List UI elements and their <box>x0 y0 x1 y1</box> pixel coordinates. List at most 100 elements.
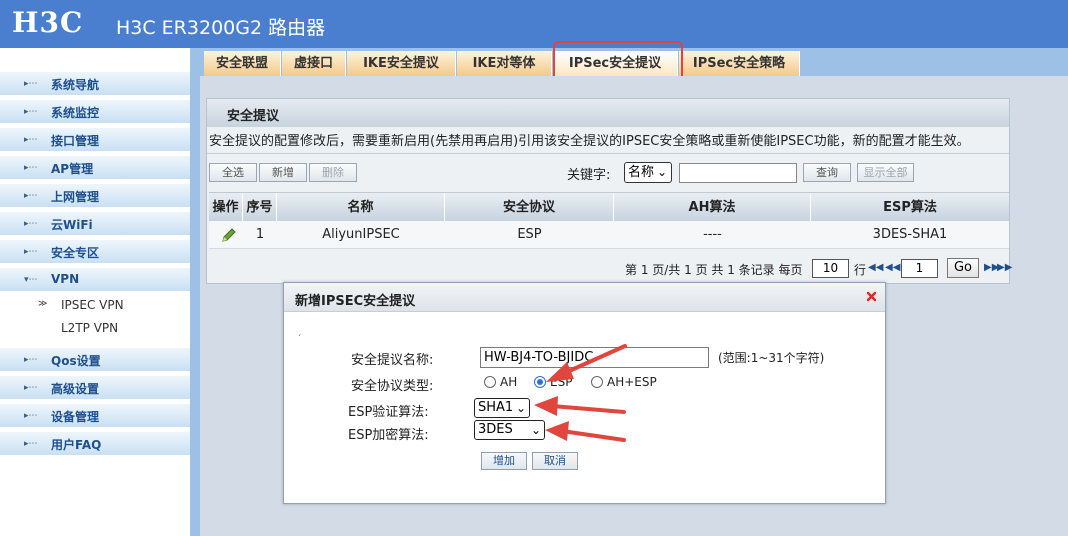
expand-icon: ▸⋯ <box>24 107 38 117</box>
esp-auth-value: SHA1 <box>478 400 514 415</box>
per-page-input[interactable]: 10 <box>812 259 849 278</box>
dialog-header: 新增IPSEC安全提议 <box>284 283 885 312</box>
show-all-button[interactable]: 显示全部 <box>857 163 914 182</box>
protocol-esp-label: ESP <box>550 375 573 389</box>
cancel-button[interactable]: 取消 <box>532 452 578 470</box>
expand-icon: ▸⋯ <box>24 439 38 449</box>
sidebar-item-vpn[interactable]: ▾⋯ VPN <box>0 268 190 292</box>
sidebar-item-internet[interactable]: ▸⋯ 上网管理 <box>0 184 190 208</box>
panel-title: 安全提议 <box>227 109 280 124</box>
sidebar-item-label: 云WiFi <box>51 218 93 232</box>
keyword-input[interactable] <box>679 163 797 183</box>
column-header-action: 操作 <box>209 193 243 222</box>
last-page-icon[interactable]: ▶▶ <box>997 261 1012 275</box>
keyword-label: 关键字: <box>567 168 611 183</box>
sidebar-subitem-label: IPSEC VPN <box>61 298 124 312</box>
sidebar-subitem-l2tp-vpn[interactable]: L2TP VPN <box>0 317 190 339</box>
sidebar-item-label: 设备管理 <box>51 410 100 424</box>
page-number-input[interactable]: 1 <box>901 259 938 278</box>
sidebar-item-ap[interactable]: ▸⋯ AP管理 <box>0 156 190 180</box>
expand-icon: ▸⋯ <box>24 411 38 421</box>
table-header: 操作 序号 名称 安全协议 AH算法 ESP算法 <box>209 192 1009 222</box>
expand-icon: ▸⋯ <box>24 219 38 229</box>
go-button[interactable]: Go <box>947 258 979 278</box>
encrypt-label: ESP加密算法: <box>348 428 429 443</box>
protocol-ah-esp-radio[interactable] <box>591 376 603 388</box>
h3c-logo: H3C <box>12 6 84 39</box>
sidebar-subitem-ipsec-vpn[interactable]: ≫ IPSEC VPN <box>0 294 190 316</box>
cell-ah: ---- <box>703 227 722 242</box>
expand-icon: ▸⋯ <box>24 247 38 257</box>
sidebar-item-faq[interactable]: ▸⋯ 用户FAQ <box>0 432 190 456</box>
sidebar-item-system-nav[interactable]: ▸⋯ 系统导航 <box>0 72 190 96</box>
tab-ipsec-proposal[interactable]: IPSec安全提议 <box>553 51 678 76</box>
expand-icon: ▸⋯ <box>24 191 38 201</box>
sidebar-item-label: 接口管理 <box>51 134 100 148</box>
sidebar-top-strip <box>0 48 190 66</box>
sidebar-item-system-monitor[interactable]: ▸⋯ 系统监控 <box>0 100 190 124</box>
keyword-field-value: 名称 <box>628 165 655 180</box>
sidebar-item-label: 高级设置 <box>51 382 100 396</box>
panel-header: 安全提议 <box>207 99 1009 127</box>
esp-auth-select[interactable]: SHA1 ⌄ <box>474 398 530 418</box>
dialog-title: 新增IPSEC安全提议 <box>295 294 416 309</box>
tab-ike-peer[interactable]: IKE对等体 <box>457 51 552 76</box>
divider <box>207 153 1009 154</box>
delete-button[interactable]: 删除 <box>309 163 357 182</box>
column-header-index: 序号 <box>243 193 277 222</box>
app-header: H3C H3C ER3200G2 路由器 <box>0 0 1068 48</box>
chevron-down-icon: ⌄ <box>530 423 541 437</box>
tab-bar: 安全联盟 虚接口 IKE安全提议 IKE对等体 IPSec安全提议 IPSec安… <box>200 48 1068 76</box>
sidebar-item-interface[interactable]: ▸⋯ 接口管理 <box>0 128 190 152</box>
sidebar-item-device[interactable]: ▸⋯ 设备管理 <box>0 404 190 428</box>
tab-ike-proposal[interactable]: IKE安全提议 <box>347 51 456 76</box>
expand-icon: ▸⋯ <box>24 79 38 89</box>
column-header-ah: AH算法 <box>614 193 811 222</box>
protocol-ah-label: AH <box>500 375 518 389</box>
sidebar-item-label: 系统监控 <box>51 106 100 120</box>
dialog-mark: ˏ <box>297 327 302 337</box>
sidebar-item-label: 用户FAQ <box>51 438 102 452</box>
sidebar-item-security[interactable]: ▸⋯ 安全专区 <box>0 240 190 264</box>
proposal-panel: 安全提议 安全提议的配置修改后，需要重新启用(先禁用再启用)引用该安全提议的IP… <box>206 98 1012 284</box>
keyword-field-select[interactable]: 名称 ⌄ <box>624 162 672 183</box>
column-header-esp: ESP算法 <box>883 200 937 215</box>
column-header-name: 名称 <box>277 193 445 222</box>
cell-index: 1 <box>255 227 265 242</box>
sidebar-item-label: AP管理 <box>51 162 94 176</box>
table-row: 1 AliyunIPSEC ESP ---- 3DES-SHA1 <box>209 221 1009 249</box>
expand-icon: ▸⋯ <box>24 163 38 173</box>
first-page-icon[interactable]: ◀◀ <box>868 261 883 275</box>
sidebar-item-advanced[interactable]: ▸⋯ 高级设置 <box>0 376 190 400</box>
tab-security-association[interactable]: 安全联盟 <box>204 51 281 76</box>
auth-label: ESP验证算法: <box>348 405 429 420</box>
prev-page-icon[interactable]: ◀◀ <box>885 261 900 275</box>
expand-icon: ▸⋯ <box>24 355 38 365</box>
sidebar-item-qos[interactable]: ▸⋯ Qos设置 <box>0 348 190 372</box>
cell-protocol: ESP <box>517 227 542 242</box>
tab-ipsec-policy[interactable]: IPSec安全策略 <box>679 51 800 76</box>
sidebar-item-label: Qos设置 <box>51 354 101 368</box>
pencil-icon[interactable] <box>221 227 237 243</box>
new-ipsec-proposal-dialog: 新增IPSEC安全提议 ˏ 安全提议名称: HW-BJ4-TO-BJIDC (范… <box>283 282 886 504</box>
add-button[interactable]: 新增 <box>259 163 307 182</box>
query-button[interactable]: 查询 <box>803 163 851 182</box>
select-all-button[interactable]: 全选 <box>209 163 257 182</box>
config-notice: 安全提议的配置修改后，需要重新启用(先禁用再启用)引用该安全提议的IPSEC安全… <box>209 134 970 149</box>
protocol-label: 安全协议类型: <box>351 379 434 394</box>
esp-encrypt-select[interactable]: 3DES ⌄ <box>474 420 545 440</box>
proposal-name-input[interactable]: HW-BJ4-TO-BJIDC <box>480 347 709 368</box>
sidebar-item-label: 系统导航 <box>51 78 100 92</box>
add-proposal-button[interactable]: 增加 <box>481 452 527 470</box>
protocol-esp-radio[interactable] <box>534 376 546 388</box>
sidebar-item-cloud-wifi[interactable]: ▸⋯ 云WiFi <box>0 212 190 236</box>
product-title: H3C ER3200G2 路由器 <box>116 17 326 39</box>
sidebar-item-label: 安全专区 <box>51 246 100 260</box>
cell-name: AliyunIPSEC <box>322 227 400 242</box>
chevron-down-icon: ⌄ <box>515 401 526 415</box>
close-icon[interactable] <box>865 290 878 303</box>
protocol-ah-radio[interactable] <box>484 376 496 388</box>
tab-virtual-interface[interactable]: 虚接口 <box>282 51 346 76</box>
name-hint: (范围:1~31个字符) <box>718 351 825 365</box>
per-page-unit: 行 <box>854 263 867 277</box>
